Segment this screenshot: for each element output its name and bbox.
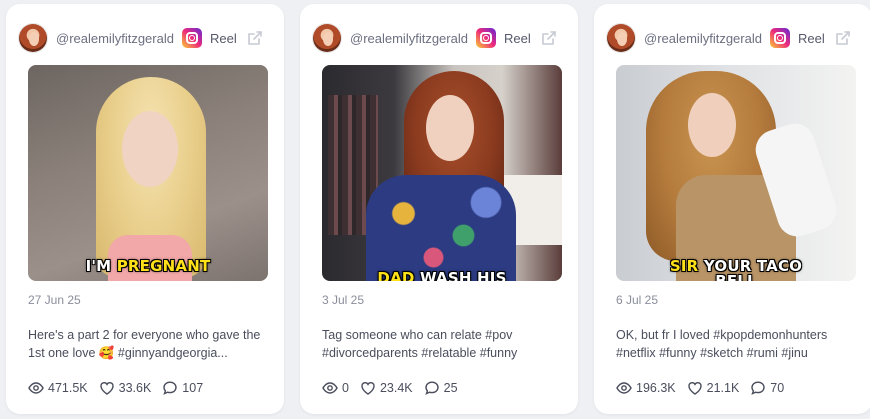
post-type-label: Reel — [504, 30, 531, 46]
avatar[interactable] — [18, 23, 48, 53]
account-handle[interactable]: @realemilyfitzgerald — [350, 31, 470, 46]
account-handle[interactable]: @realemilyfitzgerald — [644, 31, 764, 46]
post-header: @realemilyfitzgerald Reel — [300, 18, 578, 58]
video-caption-overlay: DAD WASH HIS — [377, 269, 507, 281]
likes-stat: 21.1K — [687, 380, 740, 396]
instagram-icon — [770, 28, 790, 48]
likes-count: 23.4K — [379, 381, 413, 395]
post-type-label: Reel — [798, 30, 825, 46]
views-count: 0 — [342, 381, 349, 395]
likes-stat: 33.6K — [99, 380, 152, 396]
account-handle[interactable]: @realemilyfitzgerald — [56, 31, 176, 46]
comments-count: 25 — [443, 381, 458, 395]
post-date: 27 Jun 25 — [28, 293, 81, 307]
likes-count: 33.6K — [118, 381, 152, 395]
post-header: @realemilyfitzgerald Reel — [594, 18, 870, 58]
post-text: Tag someone who can relate #pov #divorce… — [322, 328, 518, 360]
likes-count: 21.1K — [706, 381, 740, 395]
post-card[interactable]: @realemilyfitzgerald Reel I'M PREGNANT 2… — [6, 4, 284, 414]
post-header: @realemilyfitzgerald Reel — [6, 18, 284, 58]
heart-icon — [687, 382, 702, 395]
likes-stat: 23.4K — [360, 380, 413, 396]
comments-stat: 25 — [424, 380, 458, 396]
video-caption-overlay: I'M PREGNANT — [85, 257, 211, 275]
views-stat: 196.3K — [616, 380, 676, 396]
views-stat: 471.5K — [28, 380, 88, 396]
heart-icon — [361, 382, 375, 395]
comment-icon — [751, 381, 765, 395]
post-thumbnail[interactable]: DAD WASH HIS — [322, 65, 562, 281]
comments-stat: 70 — [750, 380, 784, 396]
views-stat: 0 — [322, 380, 349, 396]
post-thumbnail[interactable]: SIR YOUR TACO BELL — [616, 65, 856, 281]
views-count: 471.5K — [48, 381, 88, 395]
comments-stat: 107 — [162, 380, 203, 396]
post-text: OK, but fr I loved #kpopdemonhunters #ne… — [616, 328, 828, 360]
post-date: 3 Jul 25 — [322, 293, 365, 307]
video-caption-overlay: SIR YOUR TACO BELL — [669, 257, 803, 282]
avatar[interactable] — [606, 23, 636, 53]
comments-count: 70 — [770, 381, 785, 395]
eye-icon — [322, 382, 338, 394]
post-type-label: Reel — [210, 30, 237, 46]
instagram-icon — [182, 28, 202, 48]
comment-icon — [424, 381, 439, 395]
heart-icon — [99, 382, 114, 395]
post-stats: 471.5K 33.6K 107 — [28, 380, 214, 396]
views-count: 196.3K — [636, 381, 676, 395]
eye-icon — [616, 382, 632, 394]
external-link-icon[interactable] — [540, 29, 558, 47]
post-stats: 0 23.4K 25 — [322, 380, 469, 396]
post-stats: 196.3K 21.1K 70 — [616, 380, 795, 396]
eye-icon — [28, 382, 44, 394]
post-text: Here's a part 2 for everyone who gave th… — [28, 328, 261, 360]
external-link-icon[interactable] — [246, 29, 264, 47]
post-card[interactable]: @realemilyfitzgerald Reel DAD WASH HIS 3… — [300, 4, 578, 414]
external-link-icon[interactable] — [834, 29, 852, 47]
comment-icon — [163, 381, 177, 395]
post-card[interactable]: @realemilyfitzgerald Reel SIR YOUR TACO B… — [594, 4, 870, 414]
avatar[interactable] — [312, 23, 342, 53]
instagram-icon — [476, 28, 496, 48]
post-date: 6 Jul 25 — [616, 293, 659, 307]
post-thumbnail[interactable]: I'M PREGNANT — [28, 65, 268, 281]
comments-count: 107 — [182, 381, 204, 395]
